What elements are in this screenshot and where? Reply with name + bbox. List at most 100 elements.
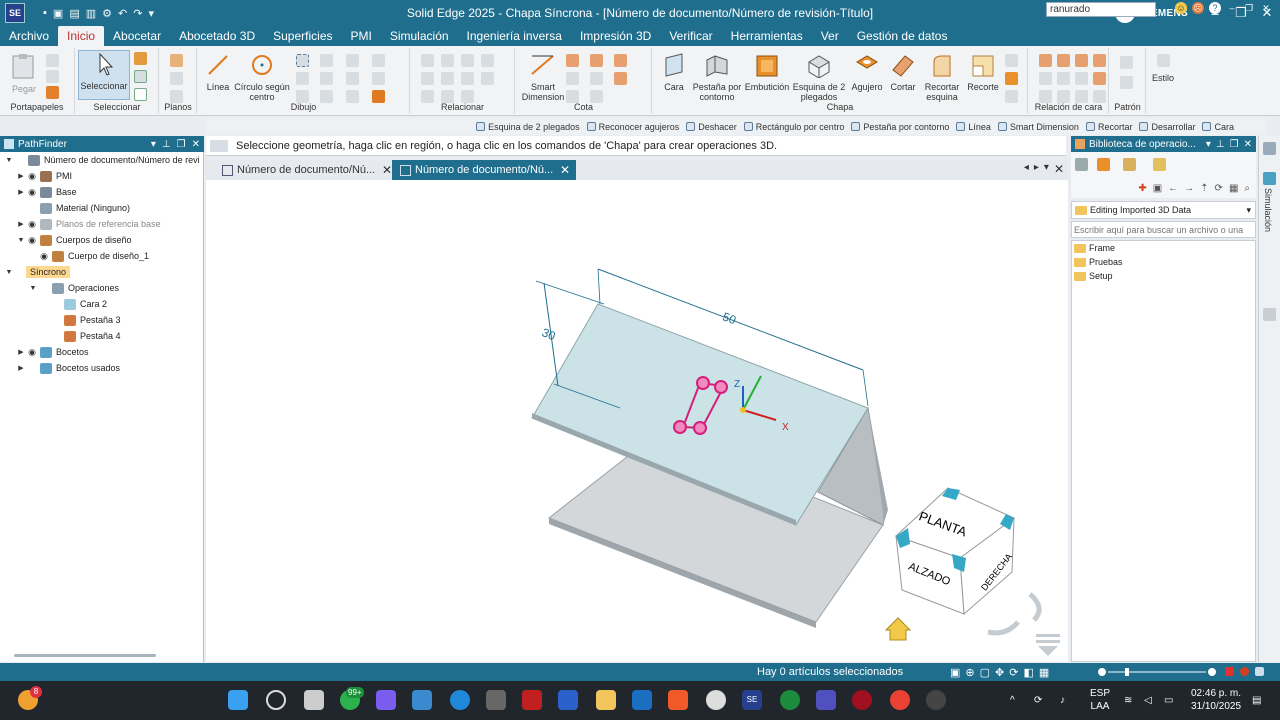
command-search-input[interactable] [1046, 2, 1156, 17]
edge-browser-icon[interactable] [450, 690, 470, 710]
tree-node[interactable]: ◉ Cuerpo de diseño_1 [0, 248, 204, 264]
sync-icon[interactable]: ⟳ [1034, 694, 1042, 707]
app-icon[interactable] [486, 690, 506, 710]
menu-item-3[interactable]: Abocetado 3D [170, 26, 264, 46]
zoom-slider[interactable] [1098, 667, 1216, 677]
library-menu-icon[interactable]: ▾ [1206, 139, 1211, 150]
text-annotation-icon[interactable] [614, 72, 627, 85]
cara-button[interactable]: Cara [657, 52, 691, 92]
app-red-icon[interactable] [852, 690, 872, 710]
collapse-arrow-icon[interactable]: ▼ [28, 285, 38, 292]
word-icon[interactable] [558, 690, 578, 710]
help-status-icon[interactable] [1255, 667, 1264, 676]
teams-icon[interactable] [816, 690, 836, 710]
collapse-arrow-icon[interactable]: ▼ [4, 157, 14, 164]
file-explorer-icon[interactable] [596, 690, 616, 710]
arc-icon[interactable] [320, 54, 333, 67]
library-folder-pruebas[interactable]: Pruebas [1074, 257, 1123, 267]
curve-icon[interactable] [320, 72, 333, 85]
smart-dimension-button[interactable]: Smart Dimension [518, 52, 568, 102]
symmetric-relation-icon[interactable] [481, 72, 494, 85]
store-icon[interactable] [412, 690, 432, 710]
chrome-icon[interactable] [890, 690, 910, 710]
expand-arrow-icon[interactable]: ▶ [16, 220, 26, 228]
hole-button[interactable]: Agujero [847, 52, 887, 92]
task-view-icon[interactable] [304, 690, 324, 710]
upwork-icon[interactable] [780, 690, 800, 710]
menu-item-6[interactable]: Simulación [381, 26, 458, 46]
visibility-eye-icon[interactable]: ◉ [38, 251, 50, 262]
pattern-icon[interactable] [1120, 56, 1133, 69]
customize-qat-icon[interactable]: ▾ [148, 7, 154, 20]
undo-icon[interactable]: ↶ [118, 7, 127, 20]
volume-icon[interactable]: ◁ [1144, 694, 1152, 707]
face-parallel-icon[interactable] [1039, 72, 1052, 85]
minimize-ribbon-icon[interactable]: – [1226, 2, 1238, 14]
library-back-icon[interactable]: ← [1168, 183, 1178, 194]
command-bar-item-1[interactable]: Reconocer agujeros [586, 122, 679, 132]
parallel-relation-icon[interactable] [421, 72, 434, 85]
equal-relation-icon[interactable] [441, 72, 454, 85]
command-bar-item-8[interactable]: Desarrollar [1139, 122, 1195, 132]
command-bar-item-2[interactable]: Deshacer [686, 122, 737, 132]
expand-arrow-icon[interactable]: ▶ [16, 188, 26, 196]
circle-by-center-button[interactable]: Círculo según centro [234, 52, 290, 102]
tree-node[interactable]: ▶ Bocetos usados [0, 360, 204, 376]
distance-dimension-icon[interactable] [566, 54, 579, 67]
simulation-tab-label[interactable]: Simulación [1263, 188, 1273, 232]
wifi-icon[interactable]: ≋ [1124, 694, 1132, 707]
close-tab-icon[interactable]: ✕ [382, 163, 392, 177]
solid-edge-taskbar-icon[interactable]: SE [742, 690, 762, 710]
horizontal-relation-icon[interactable] [441, 54, 454, 67]
connect-relation-icon[interactable] [421, 54, 434, 67]
restore-ribbon-icon[interactable]: ❐ [1243, 2, 1255, 14]
cut-button[interactable]: Cortar [885, 52, 921, 92]
settings-icon[interactable]: ⚙ [102, 7, 112, 20]
tree-node[interactable]: Pestaña 3 [0, 312, 204, 328]
document-tab-1[interactable]: Número de documento/Nú... ✕ [214, 160, 398, 180]
record-icon[interactable] [1225, 667, 1234, 676]
plane-offset-icon[interactable] [170, 72, 183, 85]
face-tangent-icon[interactable] [1075, 54, 1088, 67]
tree-node[interactable]: ▶ ◉ PMI [0, 168, 204, 184]
face-equal-radius-icon[interactable] [1093, 72, 1106, 85]
emboss-button[interactable]: Embutición [743, 52, 791, 92]
select-filter-icon[interactable] [134, 52, 147, 65]
menu-item-7[interactable]: Ingeniería inversa [458, 26, 571, 46]
outlook-icon[interactable] [632, 690, 652, 710]
style-button[interactable]: Estilo [1148, 54, 1178, 83]
radius-dimension-icon[interactable] [614, 54, 627, 67]
zoom-area-icon[interactable]: ▣ [950, 666, 960, 679]
expand-arrow-icon[interactable]: ▶ [16, 172, 26, 180]
library-pin-icon[interactable]: ⊥ [1216, 139, 1225, 150]
collapse-arrow-icon[interactable]: ▼ [4, 269, 14, 276]
pathfinder-scrollbar[interactable] [14, 654, 156, 657]
input-language[interactable]: ESP LAA [1086, 687, 1114, 713]
library-copy-icon[interactable]: ▣ [1153, 183, 1162, 194]
paste-button[interactable]: Pegar [6, 52, 42, 94]
3d-viewport[interactable]: 30 50 X Z PLANTA ALZADO DERECHA [206, 180, 1068, 662]
collapse-arrow-icon[interactable]: ▼ [16, 237, 26, 244]
menu-item-5[interactable]: PMI [342, 26, 381, 46]
library-grid-icon[interactable] [1153, 158, 1166, 171]
layers-tab-icon[interactable] [1263, 308, 1276, 321]
angle-dimension-icon[interactable] [590, 54, 603, 67]
cut-icon[interactable] [46, 54, 59, 67]
face-symmetric-icon[interactable] [1093, 54, 1106, 67]
rectangle-icon[interactable] [296, 54, 309, 67]
menu-item-0[interactable]: Archivo [0, 26, 58, 46]
brave-icon[interactable] [668, 690, 688, 710]
tree-node[interactable]: ▶ ◉ Base [0, 184, 204, 200]
recorte-button[interactable]: Recorte [965, 52, 1001, 92]
plane-icon[interactable] [170, 54, 183, 67]
coordinate-dimension-icon[interactable] [566, 72, 579, 85]
pan-icon[interactable]: ✥ [995, 666, 1004, 679]
pathfinder-pin-icon[interactable]: ⊥ [162, 139, 171, 150]
menu-item-12[interactable]: Gestión de datos [848, 26, 957, 46]
tangent-relation-icon[interactable] [461, 72, 474, 85]
copilot-icon[interactable] [376, 690, 396, 710]
close-tab-icon[interactable]: ✕ [560, 163, 570, 177]
command-bar-item-6[interactable]: Smart Dimension [997, 122, 1079, 132]
copy-icon[interactable] [46, 70, 59, 83]
rotate-icon[interactable] [372, 72, 385, 85]
